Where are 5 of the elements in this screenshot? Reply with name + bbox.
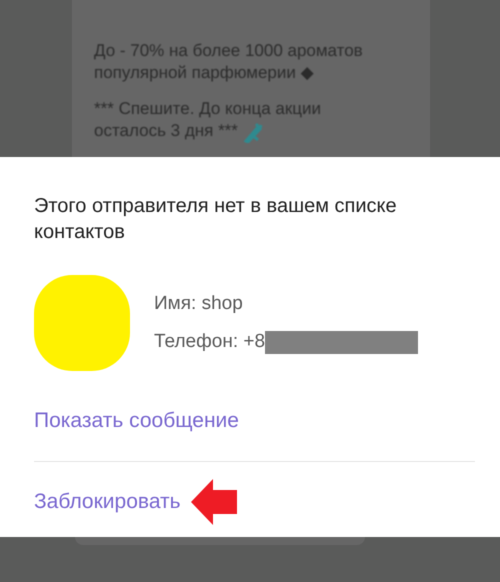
- sender-phone: Телефон: +8: [154, 331, 266, 353]
- sender-name: Имя: shop: [154, 292, 244, 314]
- action-link[interactable]: Показать сообщение: [34, 409, 239, 433]
- dialog-title: Этого отправителя нет в вашем списке контактов: [34, 194, 398, 245]
- action-link[interactable]: Заблокировать: [34, 490, 181, 514]
